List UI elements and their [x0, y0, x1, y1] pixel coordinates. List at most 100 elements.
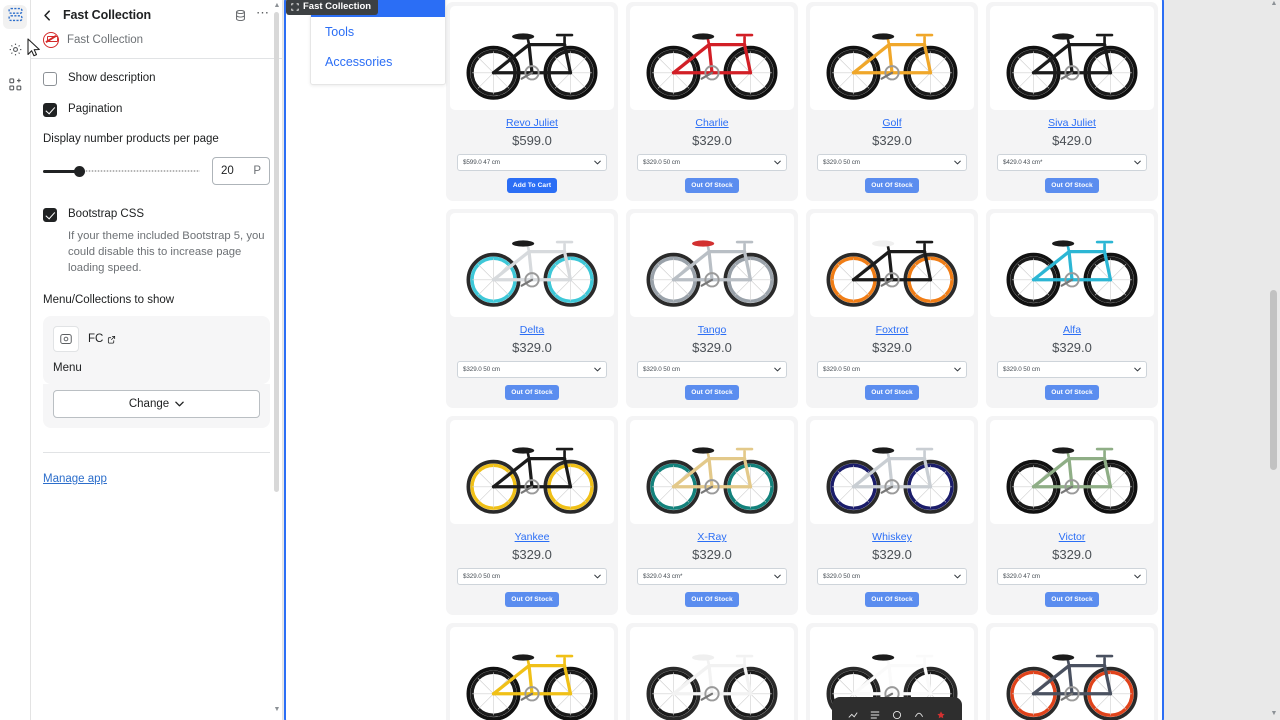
- product-card: Golf $329.0 $329.0 50 cm Out Of Stock: [806, 2, 978, 201]
- product-title-link[interactable]: Golf: [882, 117, 901, 129]
- product-price: $329.0: [692, 340, 732, 355]
- nav-item-tools[interactable]: Tools: [311, 17, 445, 47]
- bicycle-illustration: [1006, 240, 1138, 307]
- chevron-down-icon: [175, 398, 184, 410]
- toolbar-icon-2[interactable]: [869, 709, 881, 720]
- more-options-button[interactable]: ⋯: [256, 5, 270, 26]
- product-variant-select[interactable]: $599.0 47 cm: [457, 154, 607, 171]
- product-title-link[interactable]: Tango: [698, 324, 727, 336]
- product-title-link[interactable]: Whiskey: [872, 531, 912, 543]
- product-image[interactable]: [990, 420, 1154, 524]
- product-title-link[interactable]: Foxtrot: [876, 324, 909, 336]
- preview-scroll-down[interactable]: ▼: [1270, 710, 1278, 720]
- product-variant-select[interactable]: $329.0 50 cm: [817, 361, 967, 378]
- bootstrap-row[interactable]: Bootstrap CSS: [43, 207, 270, 222]
- out-of-stock-button: Out Of Stock: [865, 385, 919, 400]
- product-variant-select[interactable]: $329.0 50 cm: [457, 568, 607, 585]
- product-variant-select[interactable]: $329.0 50 cm: [637, 154, 787, 171]
- show-description-row[interactable]: Show description: [43, 71, 270, 86]
- product-title-link[interactable]: Charlie: [695, 117, 728, 129]
- back-button[interactable]: [39, 7, 55, 23]
- product-card: [626, 623, 798, 720]
- slider-thumb[interactable]: [74, 165, 86, 177]
- database-icon[interactable]: [232, 7, 248, 23]
- product-image[interactable]: [450, 627, 614, 720]
- product-title-link[interactable]: X-Ray: [697, 531, 726, 543]
- product-image[interactable]: [450, 213, 614, 317]
- scroll-up-arrow[interactable]: ▲: [273, 2, 281, 10]
- app-name-label: Fast Collection: [67, 34, 144, 46]
- pagination-row[interactable]: Pagination: [43, 102, 270, 117]
- product-image[interactable]: [810, 6, 974, 110]
- product-variant-select[interactable]: $329.0 50 cm: [817, 154, 967, 171]
- panel-scroll-thumb[interactable]: [274, 12, 279, 492]
- product-image[interactable]: [810, 213, 974, 317]
- show-description-checkbox[interactable]: [43, 72, 57, 86]
- nav-item-accessories[interactable]: Accessories: [311, 47, 445, 77]
- preview-scroll-up[interactable]: ▲: [1270, 0, 1278, 10]
- out-of-stock-button: Out Of Stock: [1045, 592, 1099, 607]
- toolbar-icon-3[interactable]: [891, 709, 903, 720]
- product-image[interactable]: [450, 420, 614, 524]
- product-variant-value: $329.0 50 cm: [1003, 366, 1040, 373]
- product-variant-select[interactable]: $329.0 50 cm: [637, 361, 787, 378]
- product-image[interactable]: [630, 213, 794, 317]
- product-title-link[interactable]: Alfa: [1063, 324, 1081, 336]
- product-variant-select[interactable]: $329.0 47 cm: [997, 568, 1147, 585]
- product-variant-select[interactable]: $329.0 50 cm: [817, 568, 967, 585]
- menu-resource-name-row[interactable]: FC: [88, 333, 116, 345]
- product-title-link[interactable]: Revo Juliet: [506, 117, 558, 129]
- storefront-preview-frame: BikeToolsAccessories Fast Collection: [284, 0, 1164, 720]
- scroll-down-arrow[interactable]: ▼: [273, 706, 281, 714]
- bicycle-illustration: [466, 33, 598, 100]
- product-image[interactable]: [630, 420, 794, 524]
- product-variant-select[interactable]: $329.0 50 cm: [457, 361, 607, 378]
- change-button[interactable]: Change: [53, 390, 260, 418]
- rail-item-collections[interactable]: [3, 5, 27, 29]
- menu-resource-name: FC: [88, 333, 104, 345]
- external-link-icon[interactable]: [107, 335, 116, 344]
- product-variant-select[interactable]: $429.0 43 cm*: [997, 154, 1147, 171]
- app-block-tooltip-label: Fast Collection: [303, 1, 372, 12]
- chevron-down-icon: [594, 367, 601, 372]
- product-card: X-Ray $329.0 $329.0 43 cm* Out Of Stock: [626, 416, 798, 615]
- products-per-page-input[interactable]: 20 P: [212, 157, 270, 185]
- products-per-page-slider[interactable]: [43, 164, 200, 178]
- toolbar-icon-5[interactable]: [935, 709, 947, 720]
- product-image[interactable]: [810, 420, 974, 524]
- preview-scroll-thumb[interactable]: [1270, 290, 1277, 470]
- product-title-link[interactable]: Siva Juliet: [1048, 117, 1096, 129]
- manage-app-link[interactable]: Manage app: [43, 473, 107, 485]
- product-image[interactable]: [990, 213, 1154, 317]
- settings-panel: Fast Collection ⋯ Fast Collection Show d…: [31, 0, 283, 720]
- panel-scrollbar[interactable]: ▲ ▼: [273, 2, 281, 714]
- product-title-link[interactable]: Yankee: [515, 531, 550, 543]
- product-image[interactable]: [990, 627, 1154, 720]
- rail-item-settings[interactable]: [3, 40, 27, 64]
- preview-scrollbar[interactable]: ▲ ▼: [1270, 0, 1278, 720]
- product-variant-value: $329.0 50 cm: [823, 159, 860, 166]
- product-variant-select[interactable]: $329.0 43 cm*: [637, 568, 787, 585]
- product-variant-value: $329.0 50 cm: [643, 366, 680, 373]
- rail-item-apps[interactable]: [3, 75, 27, 99]
- product-card: [986, 623, 1158, 720]
- products-per-page-control: 20 P: [43, 157, 270, 185]
- toolbar-icon-1[interactable]: [847, 709, 859, 720]
- product-image[interactable]: [990, 6, 1154, 110]
- out-of-stock-button: Out Of Stock: [685, 178, 739, 193]
- app-identity-row: Fast Collection: [31, 30, 282, 58]
- product-image[interactable]: [630, 627, 794, 720]
- product-image[interactable]: [450, 6, 614, 110]
- chevron-down-icon: [594, 574, 601, 579]
- product-title-link[interactable]: Victor: [1059, 531, 1086, 543]
- product-variant-select[interactable]: $329.0 50 cm: [997, 361, 1147, 378]
- product-title-link[interactable]: Delta: [520, 324, 545, 336]
- product-price: $329.0: [692, 547, 732, 562]
- add-to-cart-button[interactable]: Add To Cart: [506, 178, 558, 193]
- product-image[interactable]: [630, 6, 794, 110]
- toolbar-icon-4[interactable]: [913, 709, 925, 720]
- floating-toolbar[interactable]: [832, 697, 962, 720]
- pagination-checkbox[interactable]: [43, 103, 57, 117]
- bootstrap-checkbox[interactable]: [43, 208, 57, 222]
- product-card: Whiskey $329.0 $329.0 50 cm Out Of Stock: [806, 416, 978, 615]
